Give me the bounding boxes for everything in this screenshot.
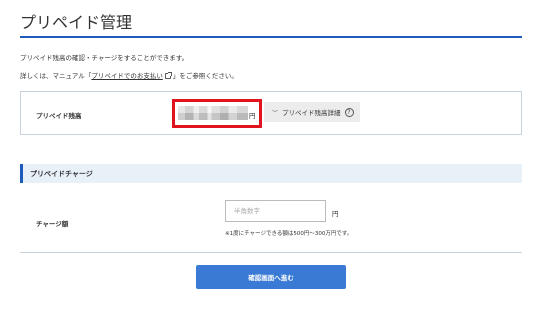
page-description: プリペイド残高の確認・チャージをすることができます。 bbox=[20, 54, 189, 62]
charge-amount-input[interactable] bbox=[225, 200, 326, 222]
external-link-icon bbox=[164, 72, 172, 79]
charge-section-title: プリペイドチャージ bbox=[30, 170, 93, 178]
form-divider bbox=[20, 252, 522, 253]
balance-label: プリペイド残高 bbox=[36, 112, 82, 120]
charge-section-header bbox=[20, 164, 522, 183]
chevron-down-icon: ﹀ bbox=[272, 109, 279, 117]
balance-details-button[interactable]: ﹀ プリペイド残高詳細 ? bbox=[264, 102, 360, 122]
title-underline bbox=[20, 36, 522, 38]
manual-link[interactable]: プリペイドでのお支払い bbox=[91, 72, 163, 80]
charge-unit: 円 bbox=[332, 210, 339, 218]
manual-reference-prefix: 詳しくは、マニュアル「 bbox=[20, 72, 92, 80]
charge-amount-label: チャージ額 bbox=[36, 220, 69, 228]
confirm-button[interactable]: 確認画面へ進む bbox=[196, 265, 346, 289]
balance-details-label: プリペイド残高詳細 bbox=[282, 109, 341, 117]
charge-limit-note: ※1度にチャージできる額は500円〜300万円です。 bbox=[225, 231, 353, 237]
manual-reference-suffix: 」をご参照ください。 bbox=[172, 72, 238, 80]
page-title: プリペイド管理 bbox=[20, 13, 133, 32]
balance-highlight-box bbox=[172, 99, 262, 128]
question-circle-icon[interactable]: ? bbox=[344, 107, 354, 117]
manual-reference: 詳しくは、マニュアル「プリペイドでのお支払い 」をご参照ください。 bbox=[20, 70, 238, 80]
